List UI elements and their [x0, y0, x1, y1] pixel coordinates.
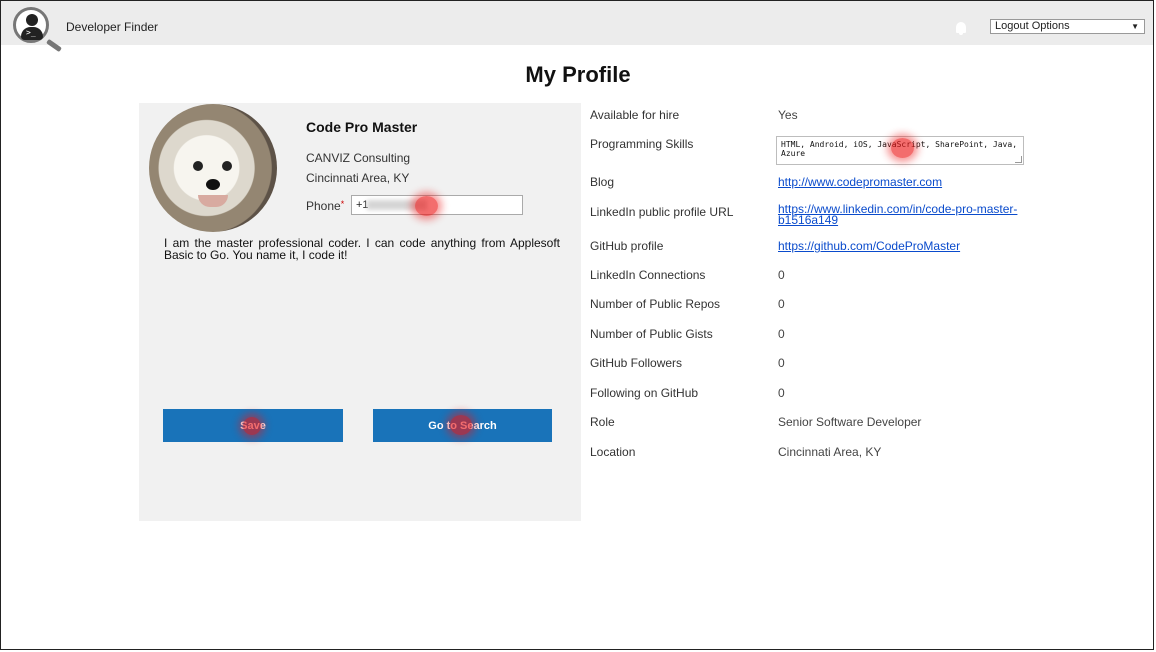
click-highlight [891, 138, 914, 158]
click-highlight [450, 415, 472, 435]
available-value: Yes [778, 108, 798, 122]
page-title: My Profile [525, 62, 631, 87]
bell-icon[interactable] [956, 22, 966, 35]
blog-label: Blog [590, 175, 615, 189]
linkedin-link[interactable]: https://www.linkedin.com/in/code-pro-mas… [778, 203, 1017, 227]
phone-label: Phone* [306, 199, 344, 213]
gists-value: 0 [778, 327, 785, 341]
required-marker: * [340, 199, 345, 209]
location-label: Location [590, 445, 636, 459]
github-link[interactable]: https://github.com/CodeProMaster [778, 239, 960, 253]
linkedin-link-line2: b1516a149 [778, 213, 839, 227]
blog-link[interactable]: http://www.codepromaster.com [778, 175, 942, 189]
profile-bio: I am the master professional coder. I ca… [164, 236, 560, 262]
followers-label: GitHub Followers [590, 356, 683, 370]
click-highlight [243, 417, 261, 435]
linkedin-label: LinkedIn public profile URL [590, 205, 734, 219]
connections-value: 0 [778, 268, 785, 282]
following-label: Following on GitHub [590, 386, 699, 400]
resize-handle-icon[interactable] [1015, 156, 1022, 163]
top-bar: >_ Developer Finder Logout Options ▼ [1, 1, 1153, 53]
profile-avatar [149, 104, 277, 232]
logout-options-label: Logout Options [995, 20, 1070, 32]
role-label: Role [590, 415, 615, 429]
following-value: 0 [778, 386, 785, 400]
profile-name: Code Pro Master [306, 119, 418, 135]
app-title: Developer Finder [66, 20, 159, 34]
followers-value: 0 [778, 356, 785, 370]
phone-label-text: Phone [306, 199, 341, 213]
repos-label: Number of Public Repos [590, 297, 721, 311]
profile-company: CANVIZ Consulting [306, 151, 411, 165]
available-label: Available for hire [590, 108, 680, 122]
chevron-down-icon: ▼ [1131, 22, 1139, 31]
role-value: Senior Software Developer [778, 415, 922, 429]
logout-options-select[interactable]: Logout Options ▼ [990, 19, 1145, 34]
github-label: GitHub profile [590, 239, 664, 253]
connections-label: LinkedIn Connections [590, 268, 706, 282]
skills-label: Programming Skills [590, 137, 694, 151]
click-highlight [415, 196, 438, 216]
location-value: Cincinnati Area, KY [778, 445, 882, 459]
repos-value: 0 [778, 297, 785, 311]
developer-finder-logo-icon: >_ [13, 7, 49, 43]
profile-location: Cincinnati Area, KY [306, 171, 410, 185]
gists-label: Number of Public Gists [590, 327, 713, 341]
